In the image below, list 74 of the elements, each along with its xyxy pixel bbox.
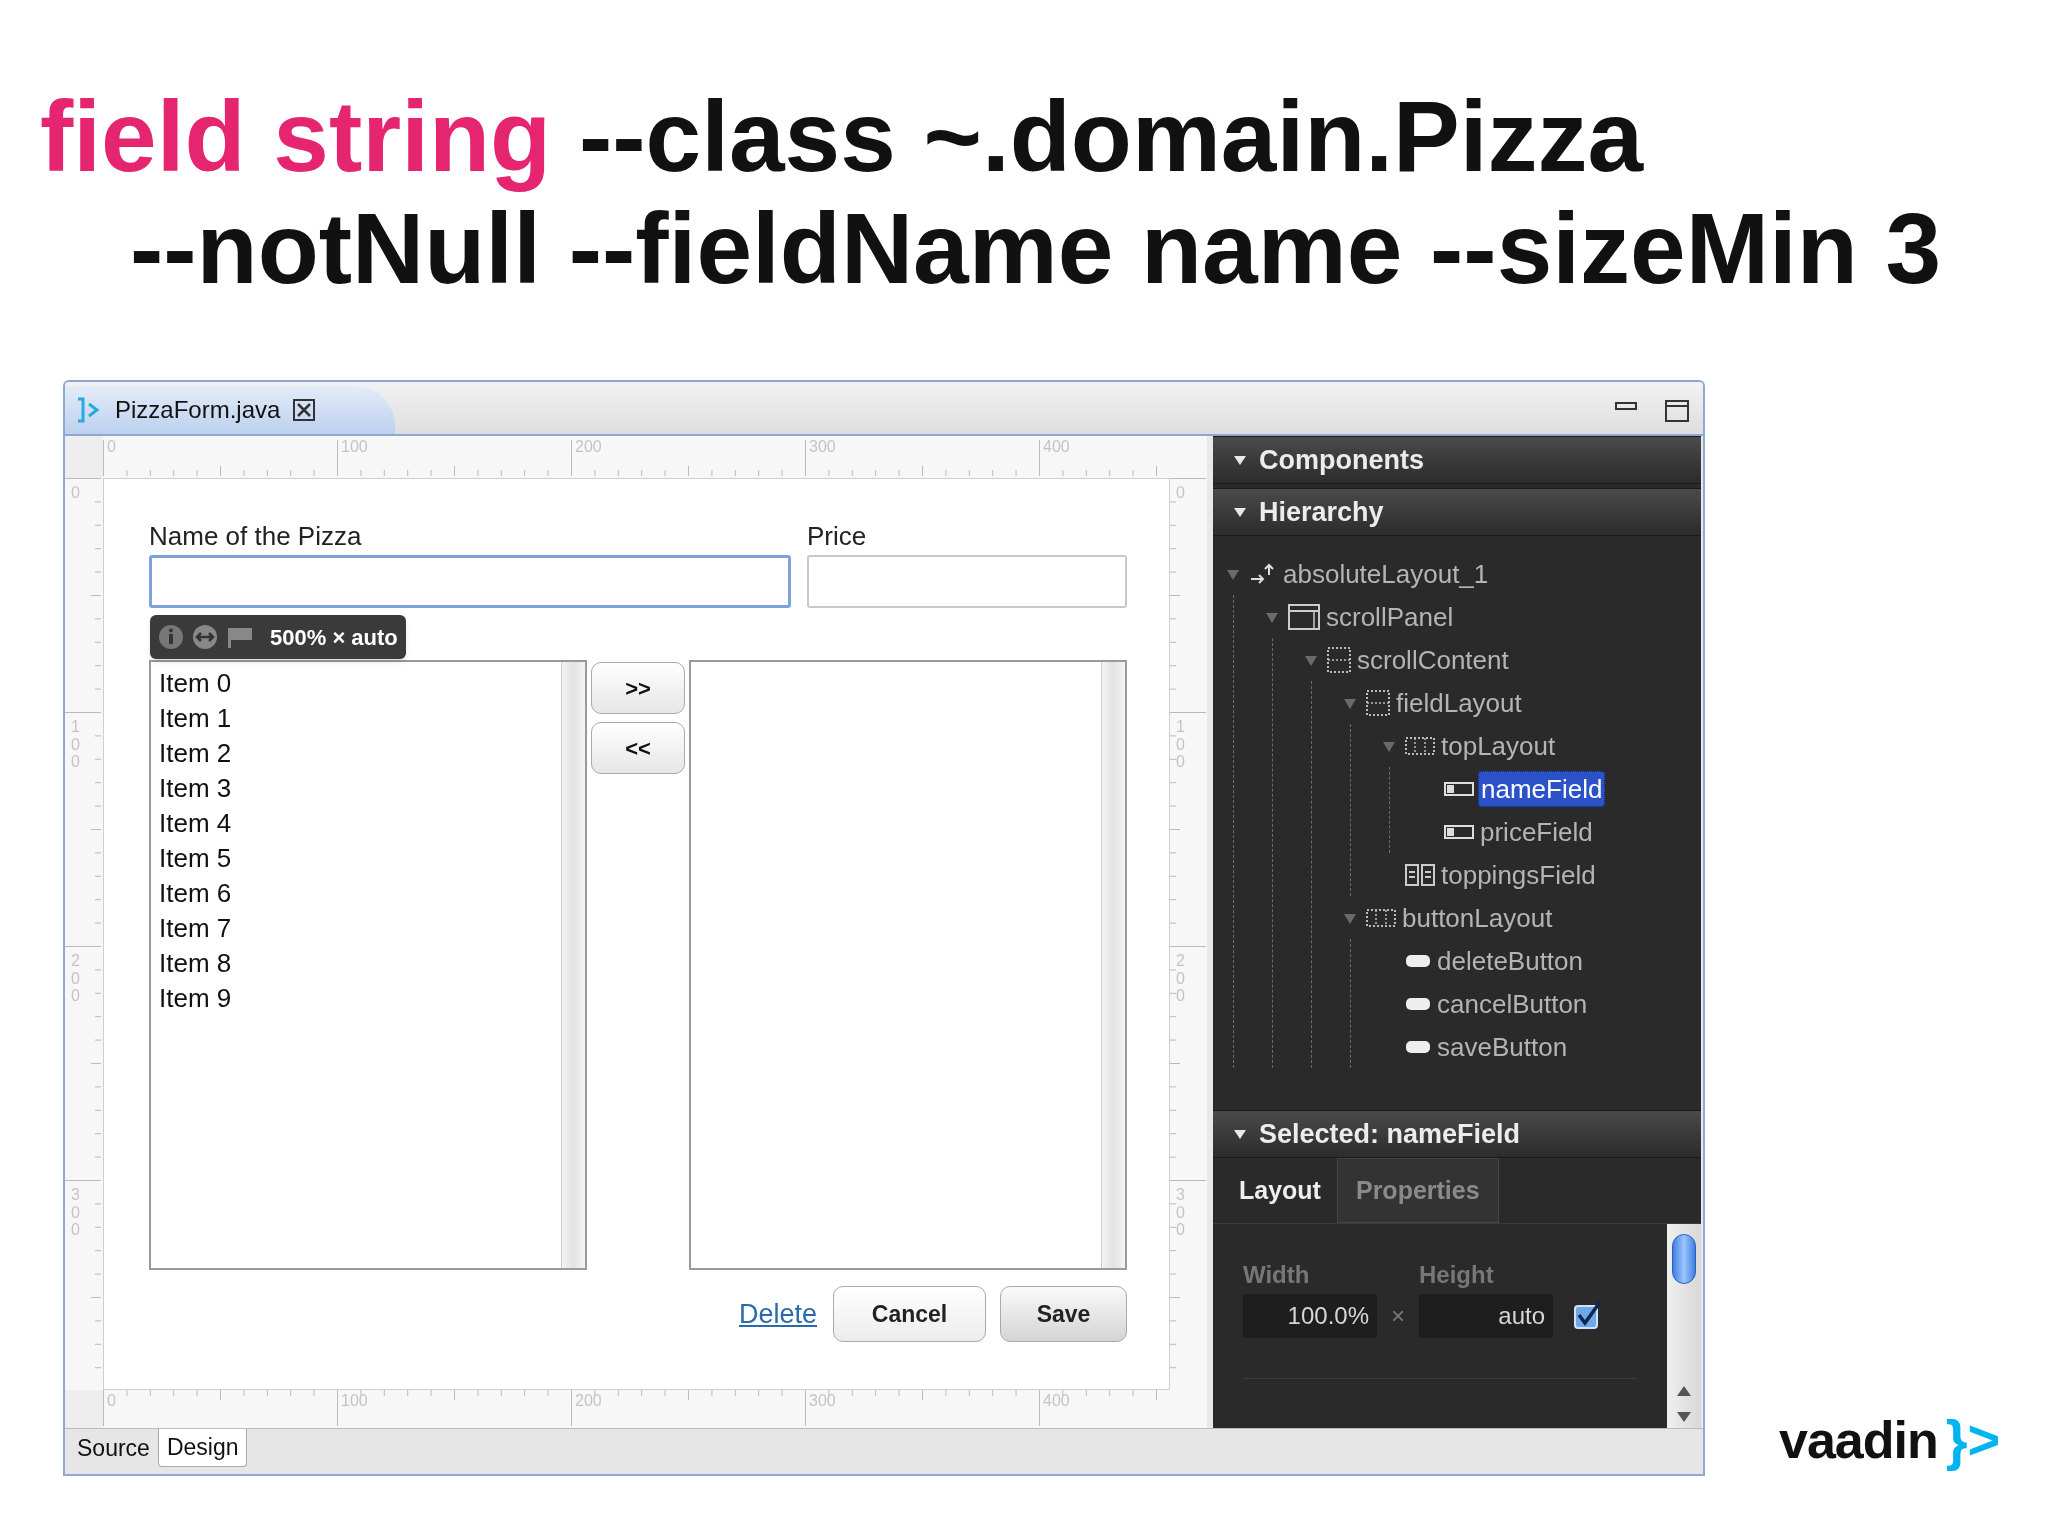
text-field[interactable]: [149, 555, 791, 608]
tree-item[interactable]: fieldLayout: [1394, 685, 1524, 720]
scroll-up-icon[interactable]: [1676, 1384, 1692, 1398]
tree-item[interactable]: scrollContent: [1355, 642, 1511, 677]
tree-item[interactable]: priceField: [1478, 814, 1595, 849]
size-toolbar: 500% × auto: [150, 615, 406, 659]
text-field[interactable]: [807, 555, 1127, 608]
tree-item[interactable]: nameField: [1478, 770, 1606, 807]
panel-section-header[interactable]: Components: [1213, 436, 1701, 484]
height-input[interactable]: auto: [1419, 1294, 1553, 1338]
list-item[interactable]: Item 4: [159, 806, 561, 841]
vaadin-logo: vaadin}>: [1779, 1407, 2001, 1473]
width-input[interactable]: 100.0%: [1243, 1294, 1377, 1338]
text-field-icon: [1444, 824, 1474, 839]
scrollbar-track[interactable]: [1101, 662, 1125, 1268]
expanded-triangle-icon[interactable]: [1233, 505, 1247, 519]
panel-section-header[interactable]: Hierarchy: [1213, 488, 1701, 536]
panel-tab[interactable]: Properties: [1336, 1158, 1499, 1223]
list-item[interactable]: Item 8: [159, 946, 561, 981]
editor-tab[interactable]: PizzaForm.java: [65, 386, 395, 434]
dotted-square-icon: [1366, 689, 1390, 716]
window-icon: [1288, 603, 1320, 630]
move-button[interactable]: <<: [591, 722, 685, 774]
flag-icon[interactable]: [226, 625, 254, 649]
twin-list-icon: [1405, 863, 1435, 886]
list-item[interactable]: Item 2: [159, 736, 561, 771]
item-list[interactable]: Item 0 Item 1 Item 2 Item 3 Item 4 Item 5 Item 6 Item 7 Item 8 Item 9: [149, 660, 587, 1270]
dotted-columns-icon: [1405, 736, 1435, 755]
button-shape-icon: [1405, 996, 1431, 1011]
tree-item[interactable]: topLayout: [1439, 728, 1558, 763]
field-label: Price: [807, 520, 868, 553]
delete-link[interactable]: Delete: [738, 1293, 817, 1335]
vertical-scrollbar[interactable]: [1667, 1224, 1701, 1428]
height-label: Height: [1419, 1260, 1495, 1290]
horizontal-arrows-icon[interactable]: [192, 624, 218, 650]
dotted-columns-icon: [1366, 908, 1396, 927]
slide-title-line: --notNull --fieldName name --sizeMin 3: [129, 192, 1943, 304]
cancel-button[interactable]: Cancel: [833, 1286, 986, 1342]
button-shape-icon: [1405, 1039, 1431, 1054]
dotted-square-icon: [1327, 646, 1351, 673]
list-item[interactable]: Item 7: [159, 911, 561, 946]
expanded-triangle-icon[interactable]: [1233, 453, 1247, 467]
tree-item[interactable]: scrollPanel: [1324, 599, 1456, 634]
slide-title-line: field string --class ~.domain.Pizza: [40, 80, 1645, 192]
maximize-icon[interactable]: [1665, 400, 1689, 422]
field-label: Name of the Pizza: [149, 520, 363, 553]
tree-item[interactable]: absoluteLayout_1: [1281, 556, 1491, 591]
tree-item[interactable]: saveButton: [1435, 1029, 1570, 1064]
list-item[interactable]: Item 0: [159, 666, 561, 701]
close-icon[interactable]: [292, 398, 317, 422]
text-field-icon: [1444, 781, 1474, 796]
tree-item[interactable]: buttonLayout: [1400, 900, 1555, 935]
tree-item[interactable]: cancelButton: [1435, 986, 1590, 1021]
move-button[interactable]: >>: [591, 662, 685, 714]
times-sign: ×: [1391, 1301, 1405, 1331]
list-item[interactable]: Item 6: [159, 876, 561, 911]
expanded-triangle-icon[interactable]: [1233, 1127, 1247, 1141]
list-item[interactable]: Item 5: [159, 841, 561, 876]
save-button[interactable]: Save: [1000, 1286, 1127, 1342]
info-icon[interactable]: [158, 624, 184, 650]
panel-section-header[interactable]: Selected: nameField: [1213, 1110, 1701, 1158]
scrollbar-thumb[interactable]: [1672, 1234, 1696, 1284]
tree-item[interactable]: deleteButton: [1435, 943, 1585, 978]
editor-mode-tab[interactable]: Design: [157, 1429, 248, 1467]
width-label: Width: [1243, 1260, 1311, 1290]
scroll-down-icon[interactable]: [1676, 1410, 1692, 1424]
scrollbar-track[interactable]: [561, 662, 585, 1268]
minimize-icon[interactable]: [1615, 400, 1637, 412]
list-item[interactable]: Item 9: [159, 981, 561, 1016]
list-item[interactable]: Item 3: [159, 771, 561, 806]
auto-checkbox[interactable]: [1573, 1298, 1603, 1332]
button-shape-icon: [1405, 953, 1431, 968]
tree-item[interactable]: toppingsField: [1439, 857, 1598, 892]
list-item[interactable]: Item 1: [159, 701, 561, 736]
